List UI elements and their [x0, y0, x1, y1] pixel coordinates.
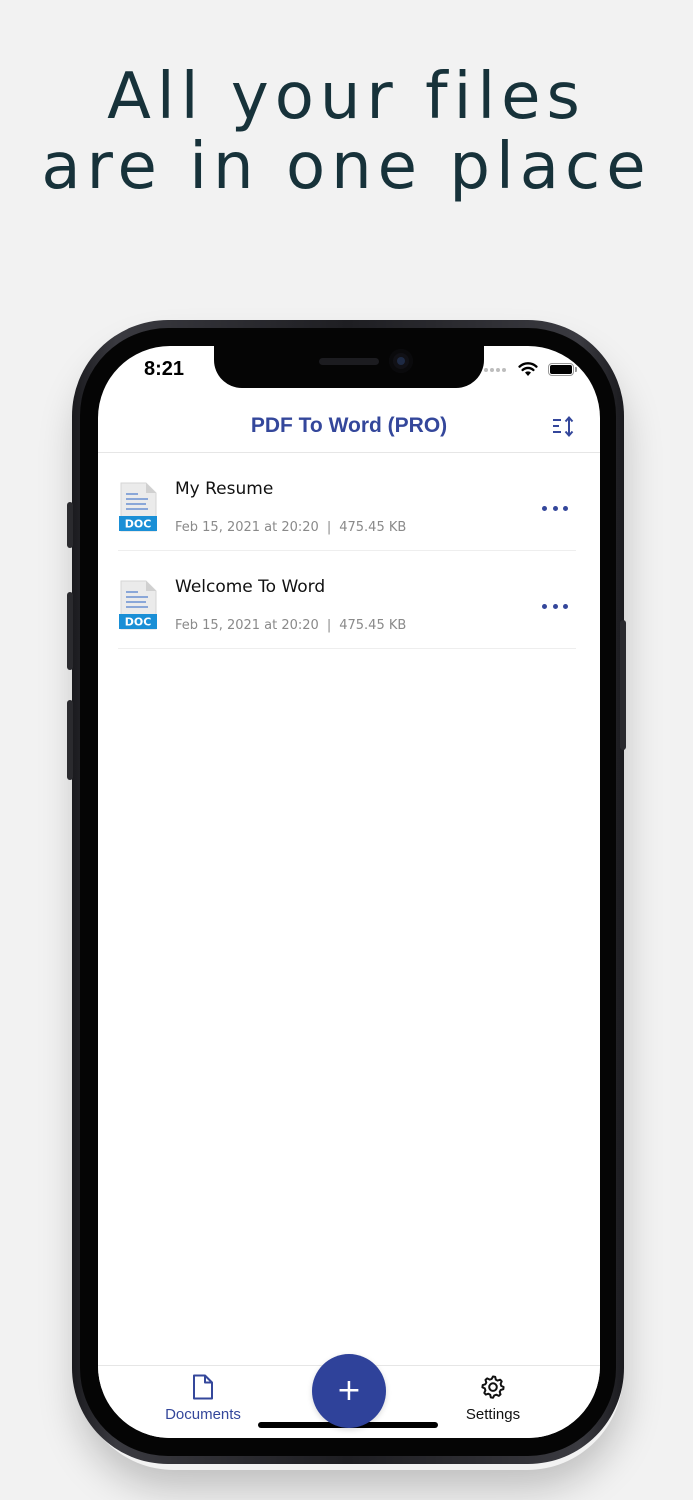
document-meta: Feb 15, 2021 at 20:20 | 475.45 KB	[175, 520, 406, 535]
plus-icon: +	[336, 1373, 362, 1408]
phone-mute-switch	[67, 502, 73, 548]
list-item[interactable]: DOC Welcome To Word Feb 15, 2021 at 20:2…	[118, 551, 576, 649]
phone-power-button	[620, 620, 626, 750]
front-camera	[389, 349, 413, 373]
doc-file-icon: DOC	[119, 482, 157, 532]
phone-notch	[214, 346, 484, 388]
doc-badge-text: DOC	[125, 616, 152, 629]
more-dot	[542, 505, 547, 511]
phone-screen: 8:21 PDF To Word (PRO) DOC My Resume Feb…	[98, 346, 600, 1438]
promo-headline-line2: are in one place	[41, 130, 652, 204]
document-name: My Resume	[175, 479, 274, 499]
tab-documents[interactable]: Documents	[143, 1374, 263, 1423]
add-document-button[interactable]: +	[312, 1354, 386, 1428]
sort-icon	[553, 415, 574, 438]
more-dot	[563, 603, 568, 609]
list-item[interactable]: DOC My Resume Feb 15, 2021 at 20:20 | 475.…	[118, 453, 576, 551]
tab-settings[interactable]: Settings	[433, 1374, 553, 1423]
sort-button[interactable]	[550, 414, 576, 440]
more-dot	[552, 603, 558, 609]
document-name: Welcome To Word	[175, 577, 326, 597]
document-size: 475.45 KB	[339, 618, 407, 633]
document-meta: Feb 15, 2021 at 20:20 | 475.45 KB	[175, 618, 406, 633]
wifi-icon	[518, 362, 538, 376]
more-options-button[interactable]	[542, 601, 568, 611]
page-title: PDF To Word (PRO)	[250, 414, 448, 437]
phone-volume-down-button	[67, 700, 73, 780]
navbar: PDF To Word (PRO)	[98, 404, 600, 453]
tab-documents-label: Documents	[165, 1406, 241, 1423]
doc-badge-text: DOC	[125, 518, 152, 531]
document-icon	[193, 1374, 213, 1400]
meta-separator: |	[326, 618, 332, 633]
gear-icon	[481, 1375, 505, 1399]
tab-settings-label: Settings	[465, 1406, 521, 1423]
meta-separator: |	[326, 520, 332, 535]
signal-dots-icon	[484, 367, 506, 372]
battery-icon	[548, 363, 577, 376]
more-options-button[interactable]	[542, 503, 568, 513]
document-list: DOC My Resume Feb 15, 2021 at 20:20 | 475.…	[118, 453, 576, 649]
doc-file-icon: DOC	[119, 580, 157, 630]
phone-volume-up-button	[67, 592, 73, 670]
status-time: 8:21	[144, 358, 185, 380]
more-dot	[563, 505, 568, 511]
promo-headline: All your files are in one place	[0, 62, 693, 202]
document-size: 475.45 KB	[339, 520, 407, 535]
more-dot	[542, 603, 547, 609]
document-date: Feb 15, 2021 at 20:20	[175, 520, 319, 535]
speaker-grille	[319, 358, 379, 365]
promo-headline-line1: All your files	[107, 60, 586, 134]
more-dot	[552, 505, 558, 511]
document-date: Feb 15, 2021 at 20:20	[175, 618, 319, 633]
status-icons	[484, 362, 577, 377]
